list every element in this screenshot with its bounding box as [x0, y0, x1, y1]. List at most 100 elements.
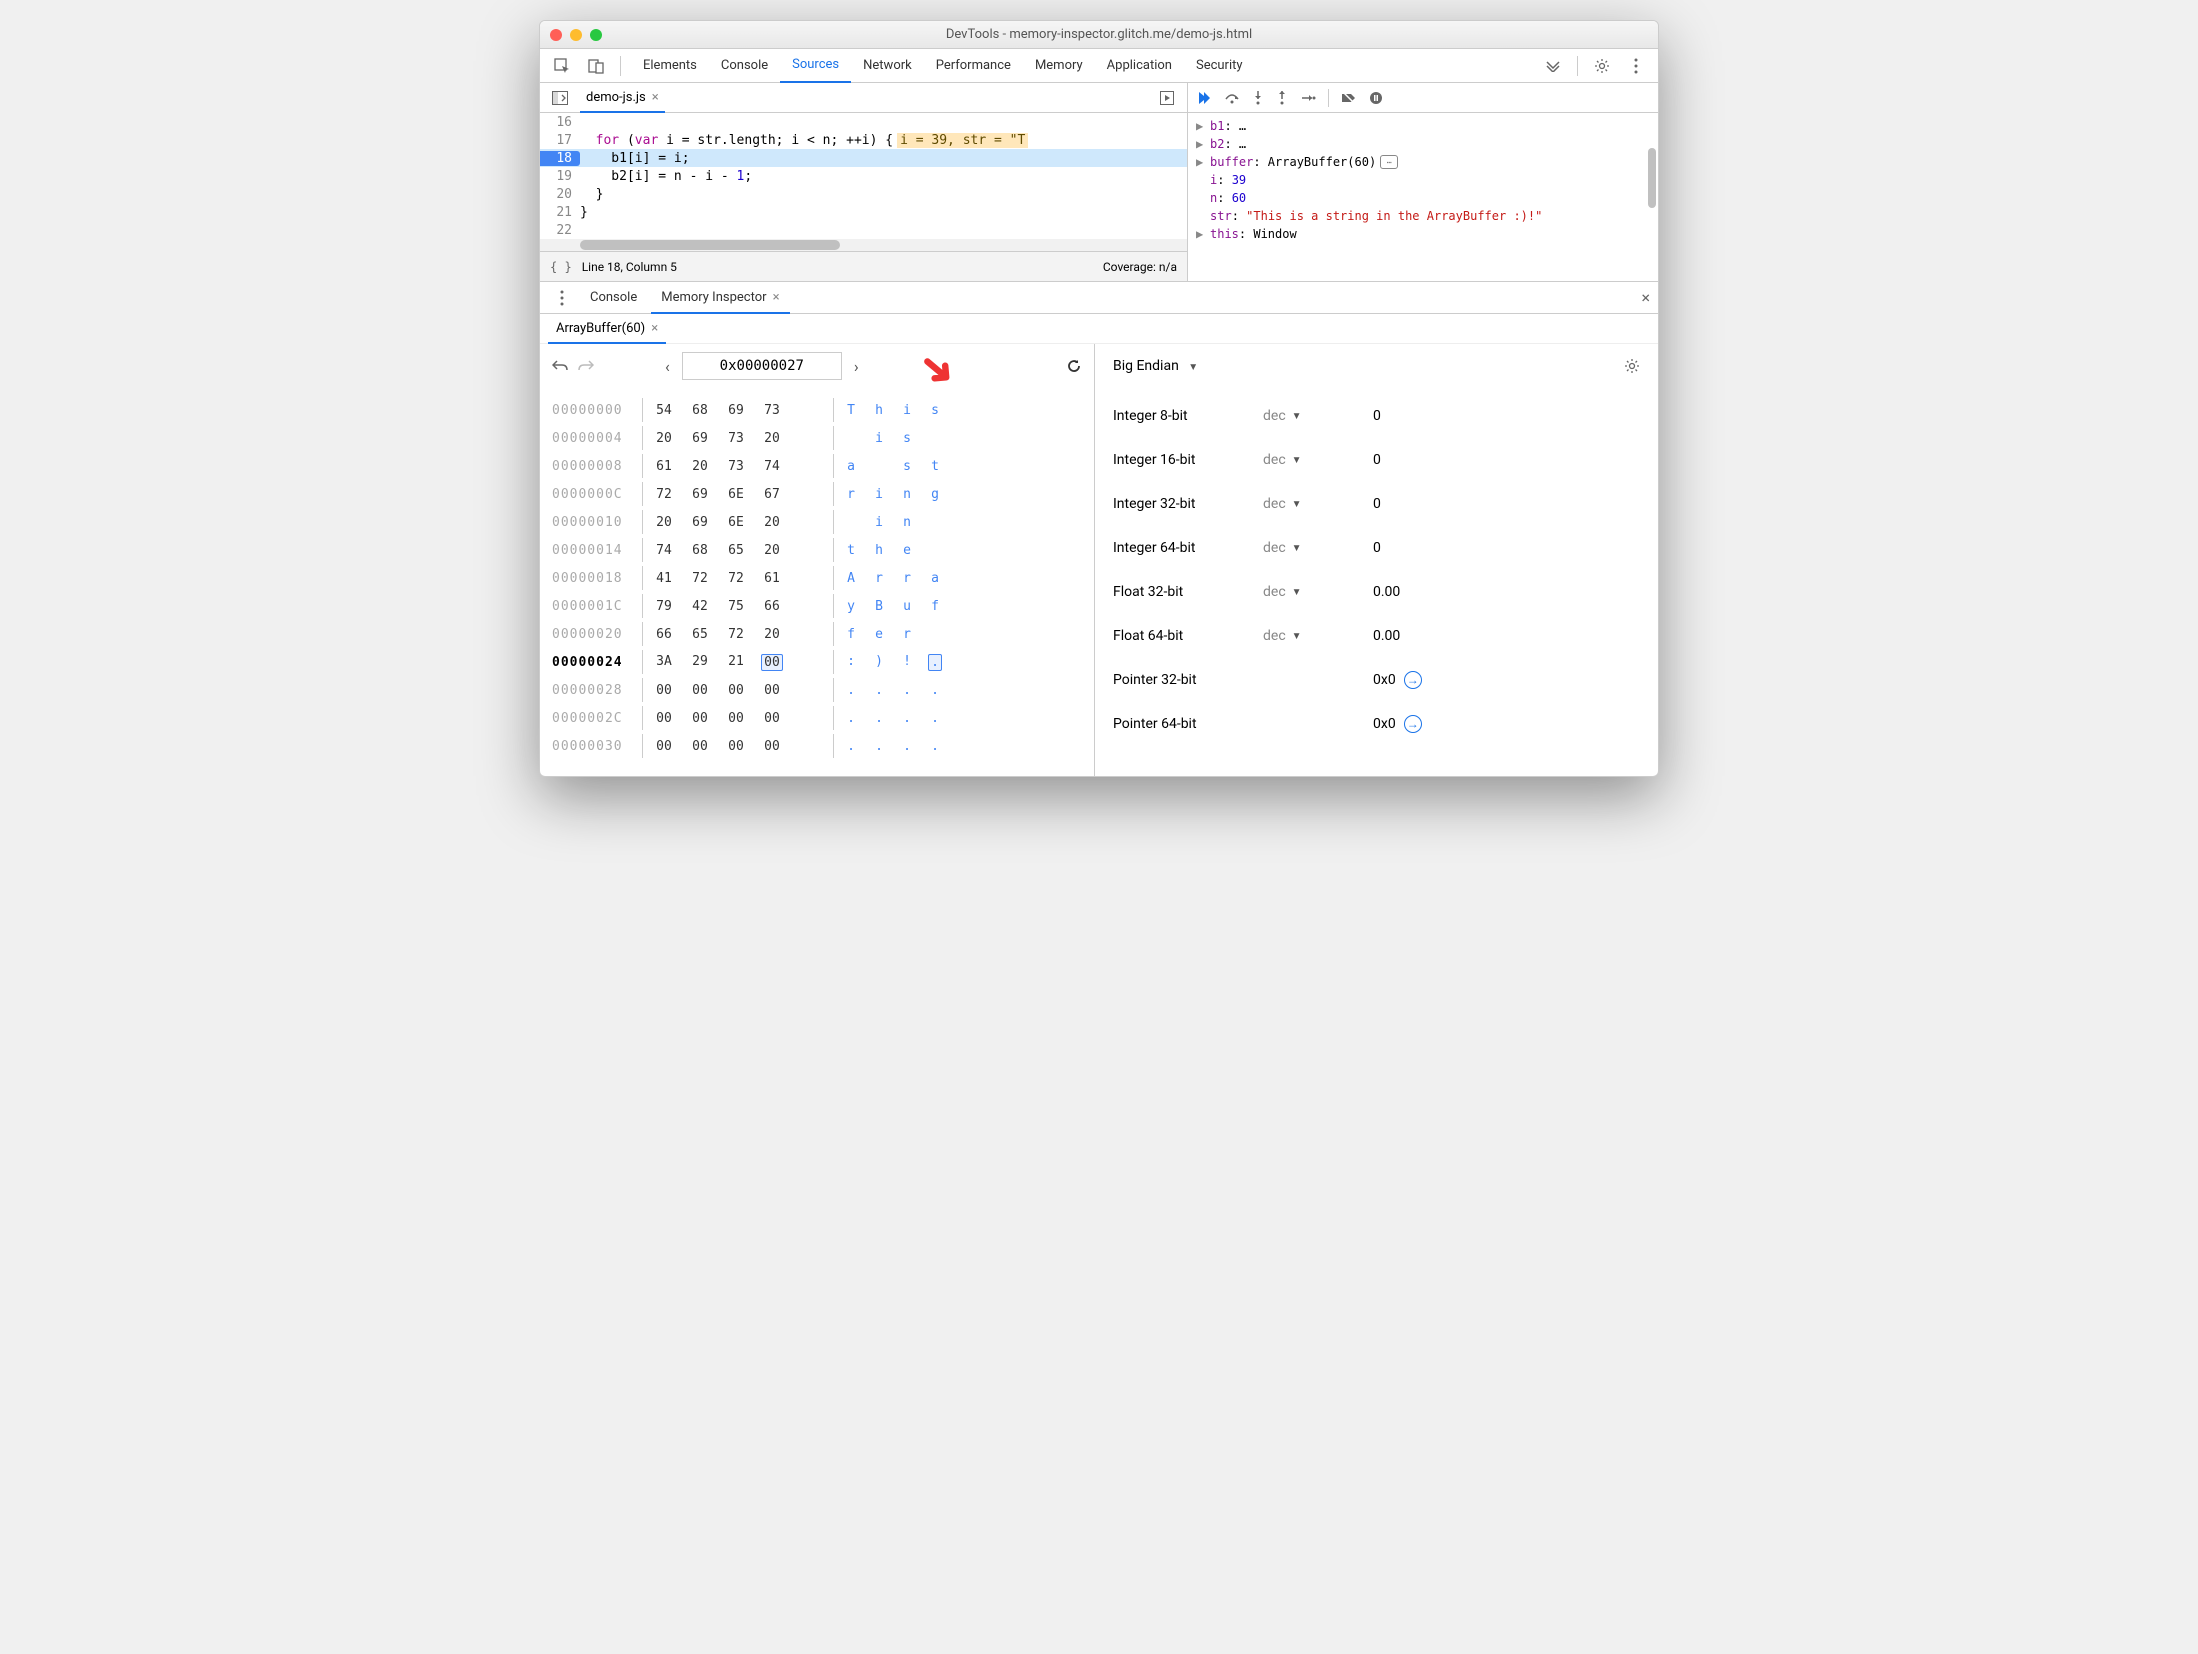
hex-byte[interactable]: 68 — [689, 403, 711, 418]
ascii-byte[interactable]: ) — [872, 654, 886, 671]
line-number[interactable]: 19 — [540, 169, 580, 184]
ascii-byte[interactable]: i — [872, 431, 886, 446]
hex-byte[interactable]: 20 — [761, 515, 783, 530]
hex-byte[interactable]: 00 — [761, 654, 783, 671]
hex-byte[interactable]: 73 — [761, 403, 783, 418]
format-dropdown[interactable]: dec▼ — [1263, 496, 1373, 512]
ascii-byte[interactable] — [928, 627, 942, 642]
line-number[interactable]: 17 — [540, 133, 580, 148]
hex-table[interactable]: 0000000054686973This0000000420697320 is … — [540, 388, 1094, 776]
ascii-byte[interactable]: . — [928, 654, 942, 671]
hex-row[interactable]: 0000002800000000.... — [552, 676, 1082, 704]
hex-byte[interactable]: 00 — [689, 683, 711, 698]
more-file-options-icon[interactable] — [1153, 85, 1181, 111]
hex-row[interactable]: 0000000054686973This — [552, 396, 1082, 424]
format-dropdown[interactable]: dec▼ — [1263, 584, 1373, 600]
hex-row[interactable]: 000000243A292100:)!. — [552, 648, 1082, 676]
hex-byte[interactable]: 20 — [653, 431, 675, 446]
ascii-byte[interactable]: s — [900, 459, 914, 474]
ascii-byte[interactable]: . — [928, 683, 942, 698]
hex-byte[interactable]: 75 — [725, 599, 747, 614]
hex-byte[interactable]: 00 — [761, 739, 783, 754]
line-number[interactable]: 20 — [540, 187, 580, 202]
address-input[interactable] — [682, 352, 842, 380]
hex-byte[interactable]: 66 — [761, 599, 783, 614]
hex-byte[interactable]: 6E — [725, 515, 747, 530]
ascii-byte[interactable]: t — [928, 459, 942, 474]
hex-byte[interactable]: 21 — [725, 654, 747, 671]
ascii-byte[interactable]: e — [872, 627, 886, 642]
ascii-byte[interactable]: . — [872, 739, 886, 754]
hex-byte[interactable]: 72 — [725, 627, 747, 642]
ascii-byte[interactable]: . — [900, 683, 914, 698]
ascii-byte[interactable]: r — [900, 627, 914, 642]
drawer-tab-memory-inspector[interactable]: Memory Inspector × — [651, 282, 789, 314]
jump-to-pointer-icon[interactable]: → — [1404, 671, 1422, 689]
ascii-byte[interactable]: . — [928, 739, 942, 754]
hex-byte[interactable]: 20 — [689, 459, 711, 474]
hex-row[interactable]: 0000001474686520the — [552, 536, 1082, 564]
ascii-byte[interactable] — [872, 459, 886, 474]
ascii-byte[interactable]: ! — [900, 654, 914, 671]
more-tabs-icon[interactable] — [1539, 53, 1567, 79]
ascii-byte[interactable]: i — [872, 515, 886, 530]
hex-byte[interactable]: 6E — [725, 487, 747, 502]
tab-console[interactable]: Console — [709, 49, 780, 83]
hex-byte[interactable]: 00 — [761, 711, 783, 726]
ascii-byte[interactable]: e — [900, 543, 914, 558]
code-line[interactable]: 17 for (var i = str.length; i < n; ++i) … — [540, 131, 1187, 149]
hex-byte[interactable]: 00 — [761, 683, 783, 698]
jump-to-pointer-icon[interactable]: → — [1404, 715, 1422, 733]
close-window-icon[interactable] — [550, 29, 562, 41]
ascii-byte[interactable]: . — [928, 711, 942, 726]
hex-byte[interactable]: 42 — [689, 599, 711, 614]
file-tab-demo-js[interactable]: demo-js.js × — [580, 83, 665, 113]
ascii-byte[interactable] — [928, 543, 942, 558]
ascii-byte[interactable]: h — [872, 403, 886, 418]
close-drawer-icon[interactable]: × — [1641, 288, 1650, 307]
prev-page-icon[interactable]: ‹ — [659, 357, 676, 376]
tab-application[interactable]: Application — [1095, 49, 1184, 83]
hex-byte[interactable]: 67 — [761, 487, 783, 502]
ascii-byte[interactable] — [844, 431, 858, 446]
ascii-byte[interactable]: i — [872, 487, 886, 502]
hex-byte[interactable]: 73 — [725, 459, 747, 474]
hex-byte[interactable]: 61 — [761, 571, 783, 586]
kebab-menu-icon[interactable] — [1622, 53, 1650, 79]
ascii-byte[interactable] — [928, 431, 942, 446]
buffer-tab[interactable]: ArrayBuffer(60) × — [548, 314, 666, 344]
scope-variable-row[interactable]: ▶buffer: ArrayBuffer(60)⋯ — [1196, 153, 1650, 171]
inspect-element-icon[interactable] — [548, 53, 576, 79]
settings-icon[interactable] — [1588, 53, 1616, 79]
hex-byte[interactable]: 3A — [653, 654, 675, 671]
hex-byte[interactable]: 00 — [725, 711, 747, 726]
tab-network[interactable]: Network — [851, 49, 924, 83]
hex-row[interactable]: 0000002C00000000.... — [552, 704, 1082, 732]
hex-byte[interactable]: 74 — [653, 543, 675, 558]
code-line[interactable]: 19 b2[i] = n - i - 1; — [540, 167, 1187, 185]
hex-byte[interactable]: 20 — [653, 515, 675, 530]
code-line[interactable]: 18 b1[i] = i; — [540, 149, 1187, 167]
pretty-print-icon[interactable]: { } — [550, 260, 572, 274]
ascii-byte[interactable]: g — [928, 487, 942, 502]
step-over-icon[interactable] — [1224, 91, 1240, 105]
scope-variable-row[interactable]: ▶this: Window — [1196, 225, 1650, 243]
hex-byte[interactable]: 65 — [725, 543, 747, 558]
hex-byte[interactable]: 69 — [689, 431, 711, 446]
hex-byte[interactable]: 00 — [689, 739, 711, 754]
ascii-byte[interactable]: u — [900, 599, 914, 614]
next-page-icon[interactable]: › — [848, 357, 865, 376]
navigator-toggle-icon[interactable] — [546, 85, 574, 111]
pause-on-exceptions-icon[interactable] — [1369, 91, 1383, 105]
horizontal-scrollbar[interactable] — [540, 239, 1187, 251]
line-number[interactable]: 21 — [540, 205, 580, 220]
code-line[interactable]: 16 — [540, 113, 1187, 131]
ascii-byte[interactable]: r — [900, 571, 914, 586]
ascii-byte[interactable]: . — [844, 739, 858, 754]
hex-row[interactable]: 0000000861207374a st — [552, 452, 1082, 480]
ascii-byte[interactable]: . — [844, 711, 858, 726]
code-line[interactable]: 20 } — [540, 185, 1187, 203]
hex-byte[interactable]: 54 — [653, 403, 675, 418]
scope-variable-row[interactable]: ▶b1: … — [1196, 117, 1650, 135]
ascii-byte[interactable]: s — [900, 431, 914, 446]
